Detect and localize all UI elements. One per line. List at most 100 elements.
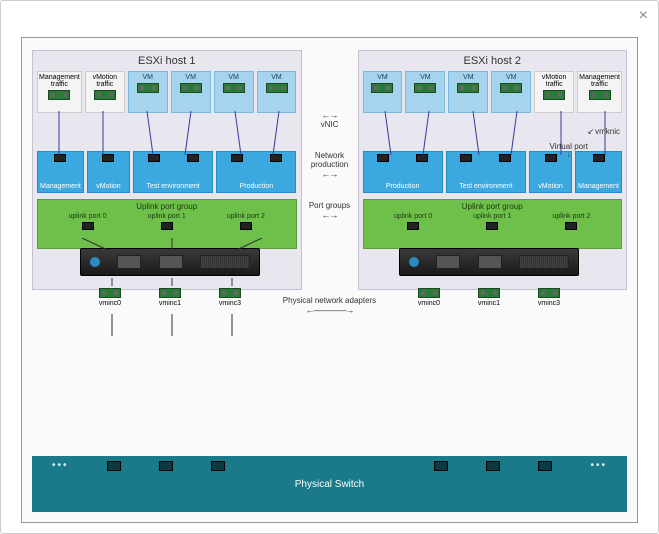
vm-box: VM: [214, 71, 254, 113]
ellipsis-icon: •••: [52, 460, 69, 471]
switch-ports-right: •••: [434, 460, 607, 471]
pg-test: Test environment: [133, 151, 213, 193]
mgmt-traffic-box: Management traffic: [577, 71, 622, 113]
box-label: vMotion traffic: [536, 74, 572, 88]
pg-label: Production: [240, 183, 273, 190]
arrow-icon: ←→: [322, 169, 338, 179]
vm-box: VM: [128, 71, 168, 113]
box-label: VM: [420, 74, 431, 81]
uplink-label: uplink port 1: [473, 213, 511, 220]
pg-label: Test environment: [146, 183, 199, 190]
vm-boxes: Management traffic vMotion traffic VM VM…: [33, 71, 301, 113]
port-icon: [565, 222, 577, 230]
virtual-port-icon: [416, 154, 428, 162]
virtual-port-icon: [377, 154, 389, 162]
port-groups: Management vMotion Test environment Prod…: [37, 151, 297, 193]
vmotion-traffic-box: vMotion traffic: [534, 71, 574, 113]
vm-box: VM: [491, 71, 531, 113]
vmknic-label: vmknic: [587, 127, 620, 136]
ellipsis-icon: •••: [590, 460, 607, 471]
port-icon: [240, 222, 252, 230]
vm-box: VM: [363, 71, 403, 113]
nic-icon: [418, 288, 440, 298]
mgmt-traffic-box: Management traffic: [37, 71, 82, 113]
network-diagram: ESXi host 1 Management traffic vMotion t…: [21, 37, 638, 523]
switch-ports-left: •••: [52, 460, 225, 471]
port-icon: [407, 222, 419, 230]
pg-production: Production: [363, 151, 443, 193]
uplink-ports: uplink port 0 uplink port 1 uplink port …: [364, 213, 622, 230]
virtual-port-label: Virtual port: [549, 143, 588, 159]
uplink-port: uplink port 2: [552, 213, 590, 230]
box-label: VM: [377, 74, 388, 81]
physical-adapters-1: vminc0 vminc1 vminc3: [80, 286, 260, 307]
virtual-port-icon: [593, 154, 605, 162]
box-label: VM: [185, 74, 196, 81]
pna-item: vminc0: [418, 286, 440, 307]
power-led-icon: [90, 257, 100, 267]
pna-label: vminc1: [478, 300, 500, 307]
uplink-port: uplink port 0: [394, 213, 432, 230]
uplink-ports: uplink port 0 uplink port 1 uplink port …: [38, 213, 296, 230]
uplink-label: uplink port 0: [69, 213, 107, 220]
center-annotations: ←→vNIC Network production←→ Port groups←…: [302, 110, 358, 220]
switch-title: Physical Switch: [32, 471, 627, 490]
nic-icon: [266, 83, 288, 93]
switch-ports-row: ••• •••: [32, 456, 627, 471]
uplink-label: uplink port 2: [552, 213, 590, 220]
box-label: VM: [142, 74, 153, 81]
nic-icon: [99, 288, 121, 298]
nic-icon: [48, 90, 70, 100]
physical-server-1: [80, 248, 260, 276]
pna-to-switch-lines: [22, 314, 322, 336]
vent-icon: [200, 255, 250, 269]
label-text: Port groups: [309, 201, 350, 210]
pna-item: vminc3: [219, 286, 241, 307]
pna-item: vminc1: [159, 286, 181, 307]
pg-label: vMotion: [538, 183, 563, 190]
pna-label: vminc0: [99, 300, 121, 307]
uplink-title: Uplink port group: [38, 200, 296, 213]
label-text: vNIC: [321, 120, 339, 129]
close-icon[interactable]: ×: [639, 7, 648, 25]
portgroups-label: Port groups←→: [302, 201, 358, 220]
virtual-port-icon: [460, 154, 472, 162]
vm-boxes: VM VM VM VM vMotion traffic Management t…: [359, 71, 627, 113]
virtual-port-icon: [54, 154, 66, 162]
nic-icon: [478, 288, 500, 298]
virtual-port-icon: [499, 154, 511, 162]
nic-icon: [159, 288, 181, 298]
netprod-label: Network production←→: [302, 151, 358, 179]
uplink-label: uplink port 0: [394, 213, 432, 220]
pg-vmotion: vMotion: [87, 151, 130, 193]
pg-test: Test environment: [446, 151, 526, 193]
box-label: VM: [271, 74, 282, 81]
nic-icon: [457, 83, 479, 93]
pna-item: vminc1: [478, 286, 500, 307]
pna-label: vminc0: [418, 300, 440, 307]
nic-icon: [219, 288, 241, 298]
port-icon: [161, 222, 173, 230]
vm-box: VM: [448, 71, 488, 113]
vmotion-traffic-box: vMotion traffic: [85, 71, 125, 113]
pna-item: vminc3: [538, 286, 560, 307]
switch-port-icon: [486, 461, 500, 471]
box-label: VM: [463, 74, 474, 81]
drive-bay-icon: [159, 255, 183, 269]
uplink-label: uplink port 1: [148, 213, 186, 220]
switch-port-icon: [538, 461, 552, 471]
arrow-icon: ←————→: [305, 305, 353, 315]
drive-bay-icon: [478, 255, 502, 269]
port-icon: [82, 222, 94, 230]
arrow-icon: ←→: [322, 110, 338, 120]
virtual-port-icon: [231, 154, 243, 162]
box-label: VM: [228, 74, 239, 81]
nic-icon: [223, 83, 245, 93]
port-icon: [486, 222, 498, 230]
vm-box: VM: [171, 71, 211, 113]
switch-port-icon: [211, 461, 225, 471]
pg-label: Management: [40, 183, 81, 190]
host-title: ESXi host 2: [359, 51, 627, 71]
pg-label: vMotion: [96, 183, 121, 190]
physical-switch: ••• ••• Physical Switch: [32, 456, 627, 512]
